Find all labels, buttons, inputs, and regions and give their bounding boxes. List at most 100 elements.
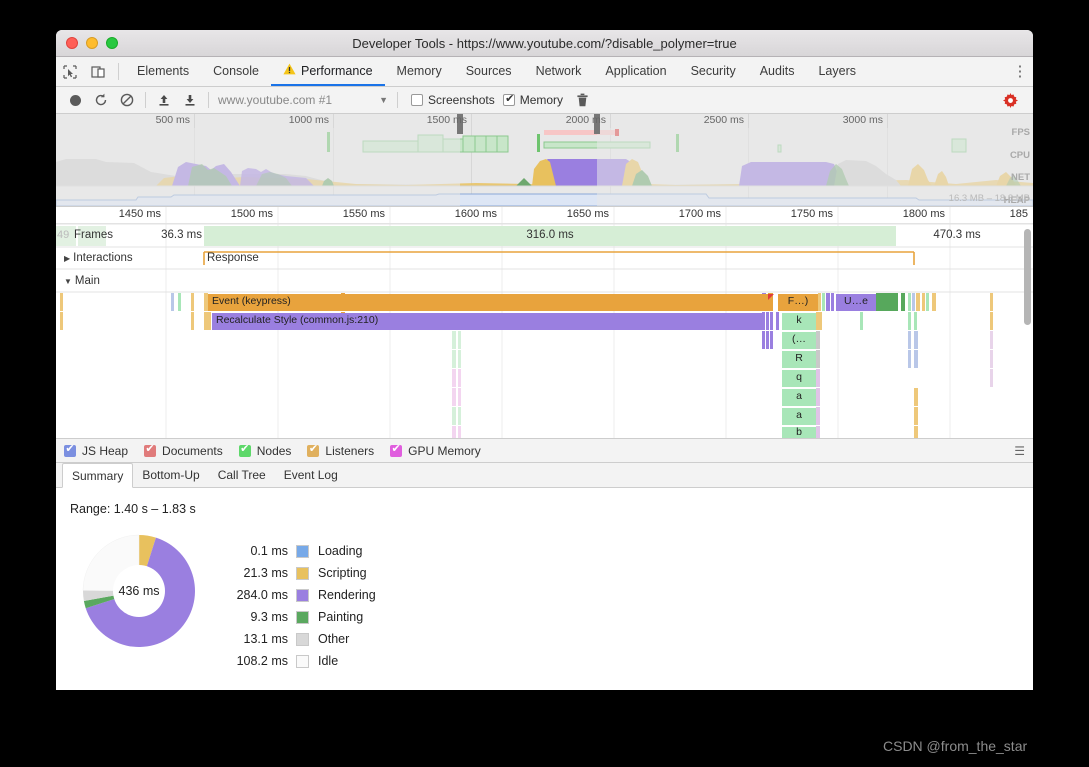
flame-block-label: R [795, 352, 803, 364]
flame-tick: 1650 ms [566, 208, 609, 220]
track-row-main[interactable]: ▼ Main [64, 275, 100, 287]
flame-block-u[interactable]: U…e [836, 294, 876, 311]
checkbox-box[interactable] [307, 442, 320, 457]
tab-audits[interactable]: Audits [748, 57, 807, 86]
overview-tick: 2500 ms [703, 114, 744, 126]
chevron-down-icon[interactable]: ▼ [64, 277, 72, 286]
maximize-window-button[interactable] [106, 37, 118, 49]
flame-block-label: q [796, 371, 802, 383]
reload-record-icon[interactable] [88, 89, 114, 111]
clear-no-entry-icon[interactable] [114, 89, 140, 111]
flame-chart-scrollbar[interactable] [1024, 229, 1031, 325]
flame-block-a2[interactable]: a [782, 408, 816, 425]
chevron-down-icon[interactable]: ▼ [379, 95, 388, 105]
checkbox-box[interactable] [411, 94, 423, 106]
memory-toggle-label: Documents [162, 443, 223, 458]
checkbox-box[interactable] [238, 442, 251, 457]
tab-label: Audits [759, 63, 795, 78]
tab-summary[interactable]: Summary [62, 463, 134, 488]
load-profile-icon[interactable] [151, 89, 177, 111]
flame-block-f[interactable]: F…) [778, 294, 818, 311]
tab-console[interactable]: Console [201, 57, 271, 86]
tab-performance[interactable]: Performance [270, 57, 385, 86]
gear-icon[interactable] [997, 89, 1023, 111]
flame-block-b[interactable]: b [782, 427, 816, 438]
frame-duration[interactable]: 316.0 ms [204, 229, 896, 241]
tab-label: Memory [396, 63, 442, 78]
track-label-fps: FPS [1011, 127, 1030, 138]
tab-call-tree[interactable]: Call Tree [209, 463, 275, 487]
toolbar-divider [208, 92, 209, 108]
memory-checkbox[interactable]: Memory [502, 92, 563, 107]
legend-item-painting[interactable]: 9.3 ms Painting [212, 606, 376, 628]
device-toolbar-icon[interactable] [84, 57, 112, 86]
tab-event-log[interactable]: Event Log [275, 463, 347, 487]
checkbox-box[interactable] [144, 442, 157, 457]
flame-block-paren[interactable]: (… [782, 332, 816, 349]
tab-label: Network [535, 63, 582, 78]
legend-item-other[interactable]: 13.1 ms Other [212, 628, 376, 650]
interaction-response-label[interactable]: Response [207, 252, 259, 264]
tab-label: Layers [818, 63, 856, 78]
tab-security[interactable]: Security [679, 57, 748, 86]
legend-item-rendering[interactable]: 284.0 ms Rendering [212, 584, 376, 606]
flame-chart[interactable]: 1450 ms 1500 ms 1550 ms 1600 ms 1650 ms … [56, 207, 1033, 439]
track-label-net: NET [1011, 172, 1030, 183]
flame-block-label: Recalculate Style (common.js:210) [216, 314, 379, 326]
flame-block-recalculate-style[interactable]: Recalculate Style (common.js:210) [212, 313, 762, 330]
inspect-cursor-icon[interactable] [56, 57, 84, 86]
detail-tabs: Summary Bottom-Up Call Tree Event Log [56, 463, 1033, 488]
tab-sources[interactable]: Sources [454, 57, 524, 86]
tab-bottom-up[interactable]: Bottom-Up [133, 463, 208, 487]
flame-block-k[interactable]: k [782, 313, 816, 330]
flame-block-q[interactable]: q [782, 370, 816, 387]
record-circle-icon[interactable] [62, 89, 88, 111]
flame-tick: 1500 ms [230, 208, 273, 220]
tab-layers[interactable]: Layers [806, 57, 868, 86]
flame-block-event-keypress[interactable]: Event (keypress) [208, 294, 768, 311]
profile-select[interactable]: www.youtube.com #1 ▼ [214, 90, 392, 110]
memory-toggle-nodes[interactable]: Nodes [238, 442, 291, 458]
memory-toggle-gpu-memory[interactable]: GPU Memory [390, 442, 481, 458]
memory-toggle-documents[interactable]: Documents [144, 442, 223, 458]
tab-memory[interactable]: Memory [385, 57, 454, 86]
close-window-button[interactable] [66, 37, 78, 49]
tab-network[interactable]: Network [524, 57, 594, 86]
memory-toggle-js-heap[interactable]: JS Heap [64, 442, 129, 458]
activity-donut-chart[interactable]: 436 ms [80, 532, 198, 650]
flame-tick: 1450 ms [118, 208, 161, 220]
chevron-right-icon[interactable]: ▶ [64, 254, 70, 263]
hamburger-menu-icon[interactable]: ☰ [1014, 444, 1025, 458]
toolbar-divider [145, 92, 146, 108]
save-profile-icon[interactable] [177, 89, 203, 111]
legend-item-idle[interactable]: 108.2 ms Idle [212, 650, 376, 672]
legend-value: 0.1 ms [250, 544, 288, 558]
window-controls[interactable] [66, 37, 118, 49]
screenshots-checkbox[interactable]: Screenshots [411, 93, 495, 107]
flame-block-a1[interactable]: a [782, 389, 816, 406]
track-label: Main [74, 275, 100, 287]
frame-duration[interactable]: 36.3 ms [136, 229, 202, 241]
flame-block-label: F…) [787, 295, 809, 307]
checkbox-box[interactable] [64, 442, 76, 457]
tab-elements[interactable]: Elements [125, 57, 201, 86]
frame-duration[interactable]: 470.3 ms [898, 229, 1016, 241]
toolbar-divider [118, 63, 119, 80]
memory-toggle-listeners[interactable]: Listeners [307, 442, 374, 458]
summary-panel: Range: 1.40 s – 1.83 s 436 ms 0.1 ms Loa… [56, 488, 1033, 682]
minimize-window-button[interactable] [86, 37, 98, 49]
timeline-overview[interactable]: 500 ms 1000 ms 1500 ms 2000 ms 2500 ms 3… [56, 114, 1033, 207]
checkbox-box[interactable] [390, 442, 403, 457]
flame-block-r[interactable]: R [782, 351, 816, 368]
flame-block-label: Event (keypress) [212, 295, 291, 307]
legend-value: 21.3 ms [243, 566, 288, 580]
track-row-interactions[interactable]: ▶ Interactions [64, 252, 133, 264]
more-options-icon[interactable]: ⋮ [1007, 64, 1033, 79]
track-row-frames[interactable]: Frames [74, 229, 113, 241]
collect-garbage-icon[interactable] [569, 89, 595, 111]
legend-item-scripting[interactable]: 21.3 ms Scripting [212, 562, 376, 584]
tab-application[interactable]: Application [593, 57, 678, 86]
checkbox-box[interactable] [502, 92, 516, 106]
memory-toggle-label: JS Heap [82, 443, 129, 458]
legend-item-loading[interactable]: 0.1 ms Loading [212, 540, 376, 562]
